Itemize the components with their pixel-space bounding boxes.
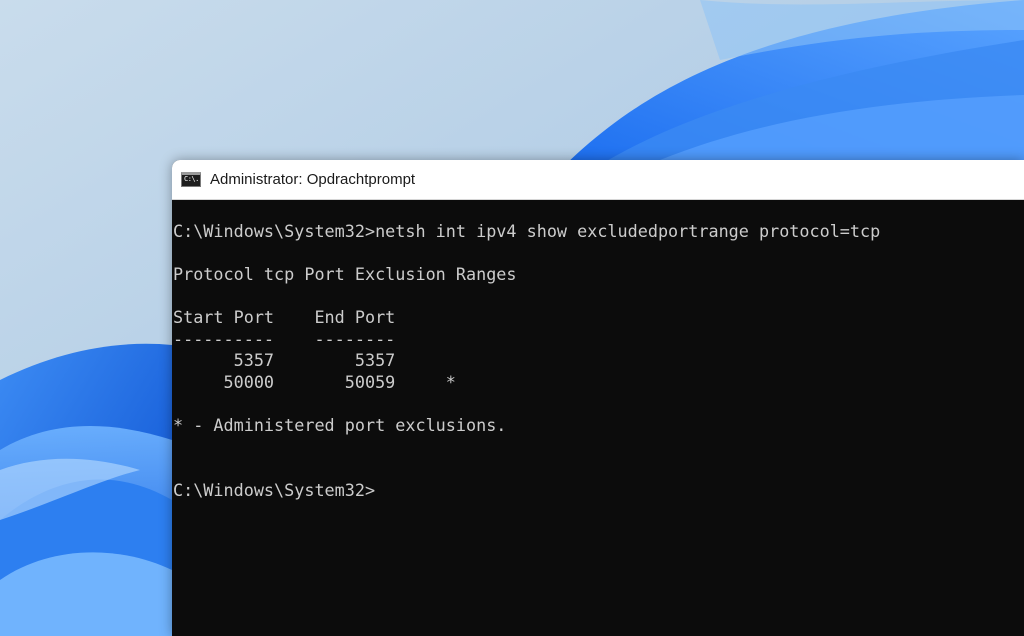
cmd-icon[interactable]: C:\. <box>181 172 201 187</box>
console-output[interactable]: C:\Windows\System32>netsh int ipv4 show … <box>172 200 1024 636</box>
command-prompt-window[interactable]: C:\. Administrator: Opdrachtprompt C:\Wi… <box>172 160 1024 636</box>
window-title: Administrator: Opdrachtprompt <box>210 171 416 188</box>
console-prompt[interactable]: C:\Windows\System32> <box>173 480 375 500</box>
console-table-separator: ---------- -------- <box>173 329 396 349</box>
console-command-line: C:\Windows\System32>netsh int ipv4 show … <box>173 221 881 241</box>
console-footnote: * - Administered port exclusions. <box>173 415 507 435</box>
cmd-icon-glyph: C:\. <box>184 175 199 183</box>
console-table-row: 5357 5357 <box>173 350 396 370</box>
console-output-heading: Protocol tcp Port Exclusion Ranges <box>173 264 517 284</box>
window-titlebar[interactable]: C:\. Administrator: Opdrachtprompt <box>172 160 1024 200</box>
console-table-row: 50000 50059 * <box>173 372 456 392</box>
console-table-header: Start Port End Port <box>173 307 396 327</box>
